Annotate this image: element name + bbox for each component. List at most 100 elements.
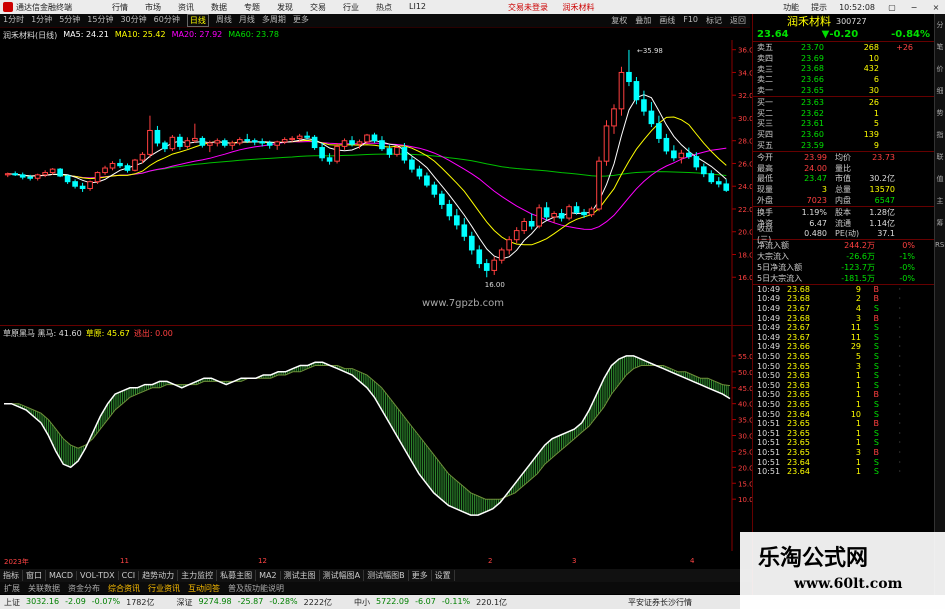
indicator-tab[interactable]: 趋势动力 — [139, 570, 179, 581]
quote-header: 润禾材料 300727 — [753, 14, 934, 28]
side-tab[interactable]: RSI — [935, 234, 945, 256]
indicator-tab[interactable]: 测试幅图B — [364, 570, 409, 581]
indicator-tab[interactable]: MACD — [46, 571, 77, 580]
info-tab[interactable]: 关联数据 — [24, 583, 64, 594]
chart-tool-button[interactable]: F10 — [683, 15, 698, 26]
ask-row[interactable]: 卖二 23.66 6 — [753, 74, 934, 85]
candle-body — [154, 129, 161, 144]
info-tab[interactable]: 资金分布 — [64, 583, 104, 594]
indicator-tab[interactable]: 窗口 — [23, 570, 46, 581]
side-tab[interactable]: 价 — [935, 58, 945, 80]
side-tab[interactable]: 筹 — [935, 212, 945, 234]
date-label: 3 — [572, 557, 577, 565]
menu-item[interactable]: 交易 — [310, 2, 326, 13]
side-tab[interactable]: 细 — [935, 80, 945, 102]
info-tab[interactable]: 行业资讯 — [144, 583, 184, 594]
period-tab[interactable]: 日线 — [186, 14, 209, 27]
indicator-panel[interactable]: 草原黑马 黑马: 41.60草原: 45.67逃出: 0.00 55.00 50.… — [0, 325, 752, 551]
maximize-button[interactable]: ▢ — [887, 3, 897, 12]
info-tab[interactable]: 综合资讯 — [104, 583, 144, 594]
flow-pct: 0% — [902, 241, 915, 251]
menu-item[interactable]: 发现 — [277, 2, 293, 13]
indicator-tab[interactable]: 指标 — [0, 570, 23, 581]
indicator-tab[interactable]: 私募主图 — [217, 570, 257, 581]
indicator-chart[interactable]: 55.00 50.00 45.00 40.00 35.00 30.00 25.00 20.00… — [0, 326, 752, 551]
book-change: +26 — [896, 42, 913, 52]
index-quote[interactable]: 深证 9274.98 -25.87 -0.28% 2222亿 — [172, 597, 332, 608]
bid-row[interactable]: 买三 23.61 5 — [753, 119, 934, 130]
hint-button[interactable]: 提示 — [811, 2, 827, 13]
period-tab[interactable]: 1分时 — [3, 14, 24, 27]
minimize-button[interactable]: − — [909, 3, 919, 12]
candle-body — [109, 162, 116, 169]
period-tab[interactable]: 多周期 — [262, 14, 286, 27]
chart-tool-button[interactable]: 返回 — [730, 15, 746, 26]
candle-body — [521, 220, 527, 232]
info-tab[interactable]: 普及版功能说明 — [224, 583, 288, 594]
candle-body — [162, 142, 168, 150]
period-tab[interactable]: 月线 — [239, 14, 255, 27]
indicator-tab[interactable]: 更多 — [409, 570, 432, 581]
menu-item[interactable]: 热点 — [376, 2, 392, 13]
index-quote[interactable]: 中小 5722.09 -6.07 -0.11% 220.1亿 — [350, 597, 507, 608]
bid-row[interactable]: 买五 23.59 9 — [753, 140, 934, 151]
login-status-link[interactable]: 交易未登录 — [508, 3, 548, 12]
side-tab[interactable]: 笔 — [935, 36, 945, 58]
period-tab[interactable]: 5分钟 — [59, 14, 80, 27]
side-tab[interactable]: 联 — [935, 146, 945, 168]
index-quote[interactable]: 上证 3032.16 -2.09 -0.07% 1782亿 — [0, 597, 154, 608]
bid-row[interactable]: 买二 23.62 1 — [753, 108, 934, 119]
ask-row[interactable]: 卖四 23.69 10 — [753, 53, 934, 64]
chart-tool-button[interactable]: 画线 — [659, 15, 675, 26]
ask-row[interactable]: 卖一 23.65 30 — [753, 85, 934, 96]
indicator-tab[interactable]: CCI — [119, 571, 140, 580]
side-tab[interactable]: 主 — [935, 190, 945, 212]
info-tab[interactable]: 互动问答 — [184, 583, 224, 594]
ask-row[interactable]: 卖五 23.70 268 +26 — [753, 42, 934, 53]
indicator-tab[interactable]: 测试幅图A — [320, 570, 365, 581]
menu-item[interactable]: 资讯 — [178, 2, 194, 13]
tick-volume: 11 — [850, 332, 861, 342]
menu-item[interactable]: 数据 — [211, 2, 227, 13]
ask-row[interactable]: 卖三 23.68 432 — [753, 64, 934, 75]
indicator-tab[interactable]: 主力监控 — [178, 570, 218, 581]
indicator-tab[interactable]: 测试主图 — [281, 570, 320, 581]
indicator-tab[interactable]: VOL-TDX — [77, 571, 119, 580]
period-tab[interactable]: 1分钟 — [31, 14, 52, 27]
bid-row[interactable]: 买一 23.63 26 — [753, 97, 934, 108]
period-tab[interactable]: 30分钟 — [120, 14, 146, 27]
period-tab[interactable]: 60分钟 — [154, 14, 180, 27]
indicator-tab[interactable]: 设置 — [432, 570, 455, 581]
indicator-tab[interactable]: MA2 — [256, 571, 281, 580]
period-tab[interactable]: 周线 — [216, 14, 232, 27]
menu-item[interactable]: 行业 — [343, 2, 359, 13]
chart-tool-button[interactable]: 复权 — [611, 15, 627, 26]
function-button[interactable]: 功能 — [783, 2, 799, 13]
period-tab[interactable]: 更多 — [293, 14, 309, 27]
y-axis-tick-label: 15.00 — [738, 480, 752, 488]
menu-item[interactable]: LI12 — [409, 2, 426, 13]
side-tab[interactable]: 指 — [935, 124, 945, 146]
menu-item[interactable]: 专题 — [244, 2, 260, 13]
side-tab[interactable]: 势 — [935, 102, 945, 124]
info-tab[interactable]: 扩展 — [0, 583, 24, 594]
chart-tool-button[interactable]: 标记 — [706, 15, 722, 26]
menu-item[interactable]: 市场 — [145, 2, 161, 13]
chart-tool-button[interactable]: 叠加 — [635, 15, 651, 26]
bid-row[interactable]: 买四 23.60 139 — [753, 129, 934, 140]
flow-label: 大宗流入 — [757, 252, 789, 262]
side-tab[interactable]: 分 — [935, 14, 945, 36]
tick-price: 23.64 — [787, 409, 810, 419]
book-price: 23.63 — [801, 97, 824, 107]
side-tab[interactable]: 值 — [935, 168, 945, 190]
tick-list[interactable]: 10:49 23.68 9 B · 10:49 23.68 2 B · 10:49 23.67 4 S · 1… — [753, 285, 934, 477]
menu-item[interactable]: 行情 — [112, 2, 128, 13]
candlestick-chart[interactable]: 36.00 34.00 32.00 30.00 28.00 26.00 24.00 22.00… — [0, 40, 752, 325]
candle-body — [192, 137, 198, 142]
candle-body — [311, 136, 318, 149]
stock-name-link[interactable]: 润禾材料 — [563, 3, 595, 12]
close-button[interactable]: × — [931, 3, 941, 12]
stat-label: 今开 — [757, 152, 773, 162]
period-tab[interactable]: 15分钟 — [87, 14, 113, 27]
candle-body — [626, 71, 632, 83]
